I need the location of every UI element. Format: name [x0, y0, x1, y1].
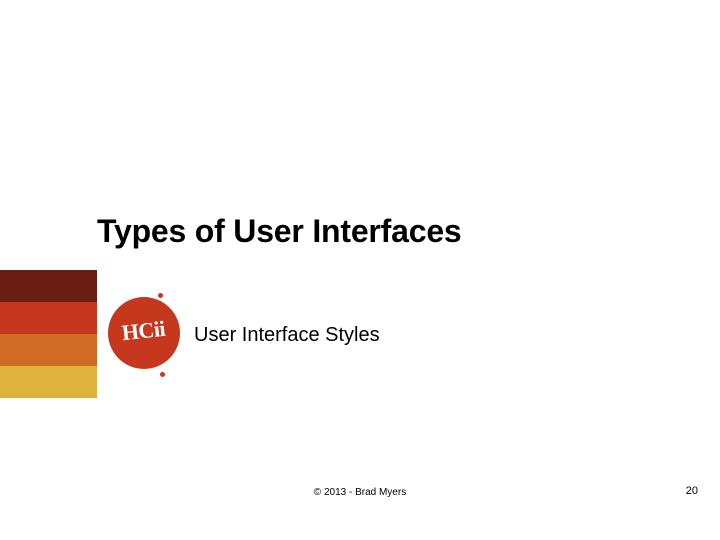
- slide-subtitle: User Interface Styles: [194, 324, 380, 347]
- logo-dot-icon: [160, 372, 165, 377]
- logo-dot-icon: [158, 293, 163, 298]
- hci-logo: HCii: [108, 297, 186, 375]
- page-number: 20: [686, 485, 698, 497]
- slide-title: Types of User Interfaces: [97, 213, 462, 250]
- slide: Types of User Interfaces HCii User Inter…: [0, 0, 720, 540]
- color-bar: [0, 334, 97, 366]
- color-bar: [0, 366, 97, 398]
- logo-text: HCii: [121, 316, 167, 346]
- color-bar: [0, 302, 97, 334]
- logo-circle-icon: HCii: [108, 297, 180, 369]
- color-bar: [0, 270, 97, 302]
- section-color-bars: [0, 270, 97, 398]
- footer-copyright: © 2013 - Brad Myers: [0, 487, 720, 498]
